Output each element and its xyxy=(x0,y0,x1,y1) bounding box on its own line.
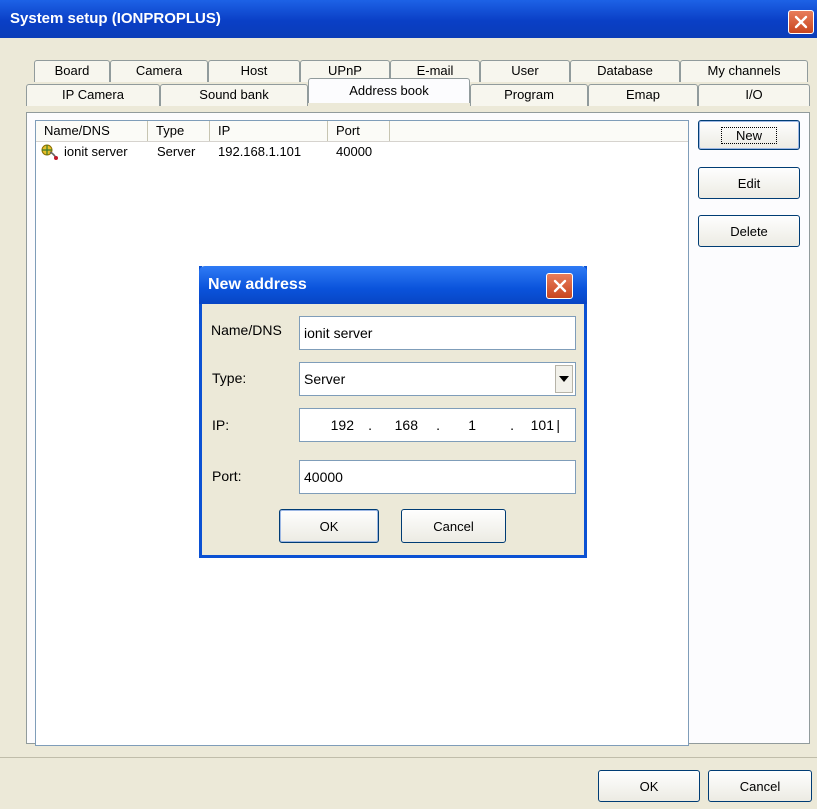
title-bar[interactable]: System setup (IONPROPLUS) xyxy=(0,0,817,38)
ip-octet-4: 101 xyxy=(530,417,554,433)
port-field[interactable]: 40000 xyxy=(299,460,576,494)
tab-database[interactable]: Database xyxy=(570,60,680,82)
port-label: Port: xyxy=(212,468,242,484)
column-type[interactable]: Type xyxy=(148,121,210,141)
new-address-dialog: Name/DNS ionit server Type: Server IP: 1… xyxy=(199,266,587,558)
edit-button[interactable]: Edit xyxy=(698,167,800,199)
footer-divider xyxy=(0,757,817,758)
dialog-title-bar[interactable]: New address xyxy=(199,266,587,304)
text-cursor: | xyxy=(556,417,560,433)
ip-label: IP: xyxy=(212,417,230,433)
ip-dot: . xyxy=(510,417,514,433)
tab-ip-camera[interactable]: IP Camera xyxy=(26,84,160,106)
chevron-down-icon[interactable] xyxy=(555,365,573,393)
name-dns-field[interactable]: ionit server xyxy=(299,316,576,350)
type-combobox[interactable]: Server xyxy=(299,362,576,396)
row-name: ionit server xyxy=(64,144,128,159)
type-label: Type: xyxy=(212,370,247,386)
delete-button[interactable]: Delete xyxy=(698,215,800,247)
ok-button[interactable]: OK xyxy=(598,770,700,802)
cancel-button[interactable]: Cancel xyxy=(708,770,812,802)
dialog-cancel-button[interactable]: Cancel xyxy=(401,509,506,543)
row-ip: 192.168.1.101 xyxy=(218,144,302,159)
tab-camera[interactable]: Camera xyxy=(110,60,208,82)
dialog-title: New address xyxy=(208,276,307,293)
tab-board[interactable]: Board xyxy=(34,60,110,82)
server-icon xyxy=(39,143,61,161)
tab-user[interactable]: User xyxy=(480,60,570,82)
tab-io[interactable]: I/O xyxy=(698,84,810,106)
ip-address-field[interactable]: 192 . 168 . 1 . 101 | xyxy=(299,408,576,442)
tab-emap[interactable]: Emap xyxy=(588,84,698,106)
ip-dot: . xyxy=(436,417,440,433)
ip-dot: . xyxy=(368,417,372,433)
close-icon xyxy=(553,279,566,293)
row-type: Server xyxy=(157,144,196,159)
new-button[interactable]: New xyxy=(698,120,800,150)
type-value: Server xyxy=(304,371,346,387)
new-button-label: New xyxy=(720,126,777,144)
name-dns-label: Name/DNS xyxy=(211,322,282,338)
window-title: System setup (IONPROPLUS) xyxy=(10,10,221,27)
row-port: 40000 xyxy=(336,144,373,159)
close-button[interactable] xyxy=(788,10,814,34)
ip-octet-3: 1 xyxy=(468,417,476,433)
list-header: Name/DNS Type IP Port xyxy=(36,121,688,142)
ip-octet-1: 192 xyxy=(330,417,354,433)
tab-my-channels[interactable]: My channels xyxy=(680,60,808,82)
column-port[interactable]: Port xyxy=(328,121,390,141)
tab-host[interactable]: Host xyxy=(208,60,300,82)
ip-octet-2: 168 xyxy=(394,417,418,433)
dialog-close-button[interactable] xyxy=(546,273,573,299)
column-ip[interactable]: IP xyxy=(210,121,328,141)
tab-program[interactable]: Program xyxy=(470,84,588,106)
close-icon xyxy=(794,15,808,29)
list-item[interactable]: ionit server Server 192.168.1.101 40000 xyxy=(36,143,688,161)
dialog-ok-button[interactable]: OK xyxy=(279,509,379,543)
tab-address-book[interactable]: Address book xyxy=(308,78,470,103)
tab-sound-bank[interactable]: Sound bank xyxy=(160,84,308,106)
column-name-dns[interactable]: Name/DNS xyxy=(36,121,148,141)
